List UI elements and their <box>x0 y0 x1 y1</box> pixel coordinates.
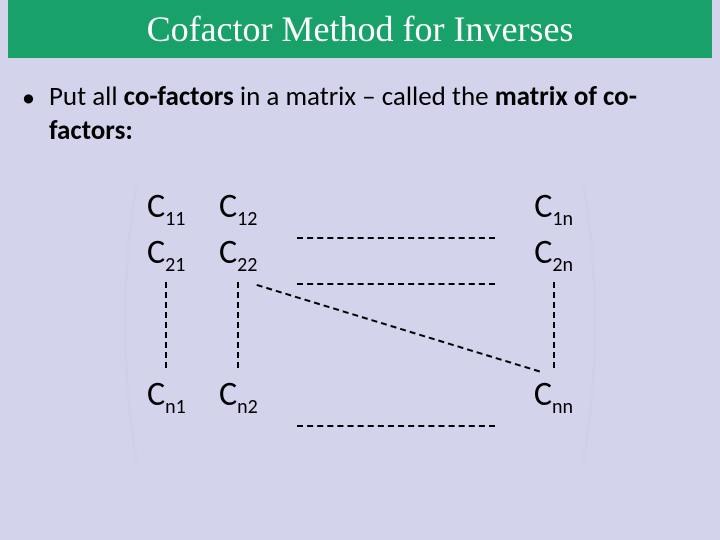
vdash <box>165 282 167 368</box>
cell-sub: nn <box>552 395 573 419</box>
cell-sym: C <box>534 232 552 273</box>
cell-sym: C <box>219 374 237 415</box>
cell-sym: C <box>534 374 552 415</box>
slide-title: Cofactor Method for Inverses <box>147 8 574 50</box>
cell-sub: 2n <box>552 253 573 277</box>
matrix-cell: Cn1 <box>147 374 219 415</box>
matrix-cell: C21 <box>147 232 219 273</box>
matrix-cell: Cn2 <box>219 374 291 415</box>
matrix-cell: C11 <box>147 186 219 227</box>
cell-sym: C <box>147 374 165 415</box>
cell-sub: 21 <box>165 253 185 277</box>
bullet-bold1: co-factors <box>124 80 234 113</box>
left-paren <box>109 178 143 468</box>
cell-sub: n1 <box>165 395 186 419</box>
cell-sym: C <box>219 186 237 227</box>
matrix-cell: C1n <box>501 186 573 227</box>
matrix-cell: C22 <box>219 232 291 273</box>
bullet-dot: • <box>22 82 35 112</box>
cell-sym: C <box>147 232 165 273</box>
title-bar: Cofactor Method for Inverses <box>8 0 712 58</box>
matrix-gap <box>147 278 573 374</box>
matrix-cell: C2n <box>501 232 573 273</box>
matrix-row: Cn1 Cn2 Cnn <box>147 374 573 420</box>
cofactor-matrix: C11 C12 C1n C21 C22 C2n <box>115 178 605 468</box>
cell-sym: C <box>534 186 552 227</box>
cell-sub: n2 <box>237 395 258 419</box>
cell-sub: 11 <box>165 207 185 231</box>
cell-sym: C <box>219 232 237 273</box>
cell-sub: 1n <box>552 207 573 231</box>
right-paren <box>577 178 611 468</box>
bullet-part1: Put all <box>49 80 124 113</box>
matrix-cell: C12 <box>219 186 291 227</box>
diagonal-dash <box>256 284 540 372</box>
bullet-item: • Put all co-factors in a matrix – calle… <box>22 80 720 148</box>
bullet-part2: in a matrix – called the <box>234 80 495 113</box>
cell-sym: C <box>147 186 165 227</box>
matrix-grid: C11 C12 C1n C21 C22 C2n <box>147 186 573 460</box>
vdash <box>237 282 239 368</box>
matrix-row: C11 C12 C1n <box>147 186 573 232</box>
vdash <box>553 282 555 368</box>
bullet-text: Put all co-factors in a matrix – called … <box>49 80 689 148</box>
cell-sub: 12 <box>237 207 257 231</box>
cell-sub: 22 <box>237 253 257 277</box>
matrix-cell: Cnn <box>501 374 573 415</box>
